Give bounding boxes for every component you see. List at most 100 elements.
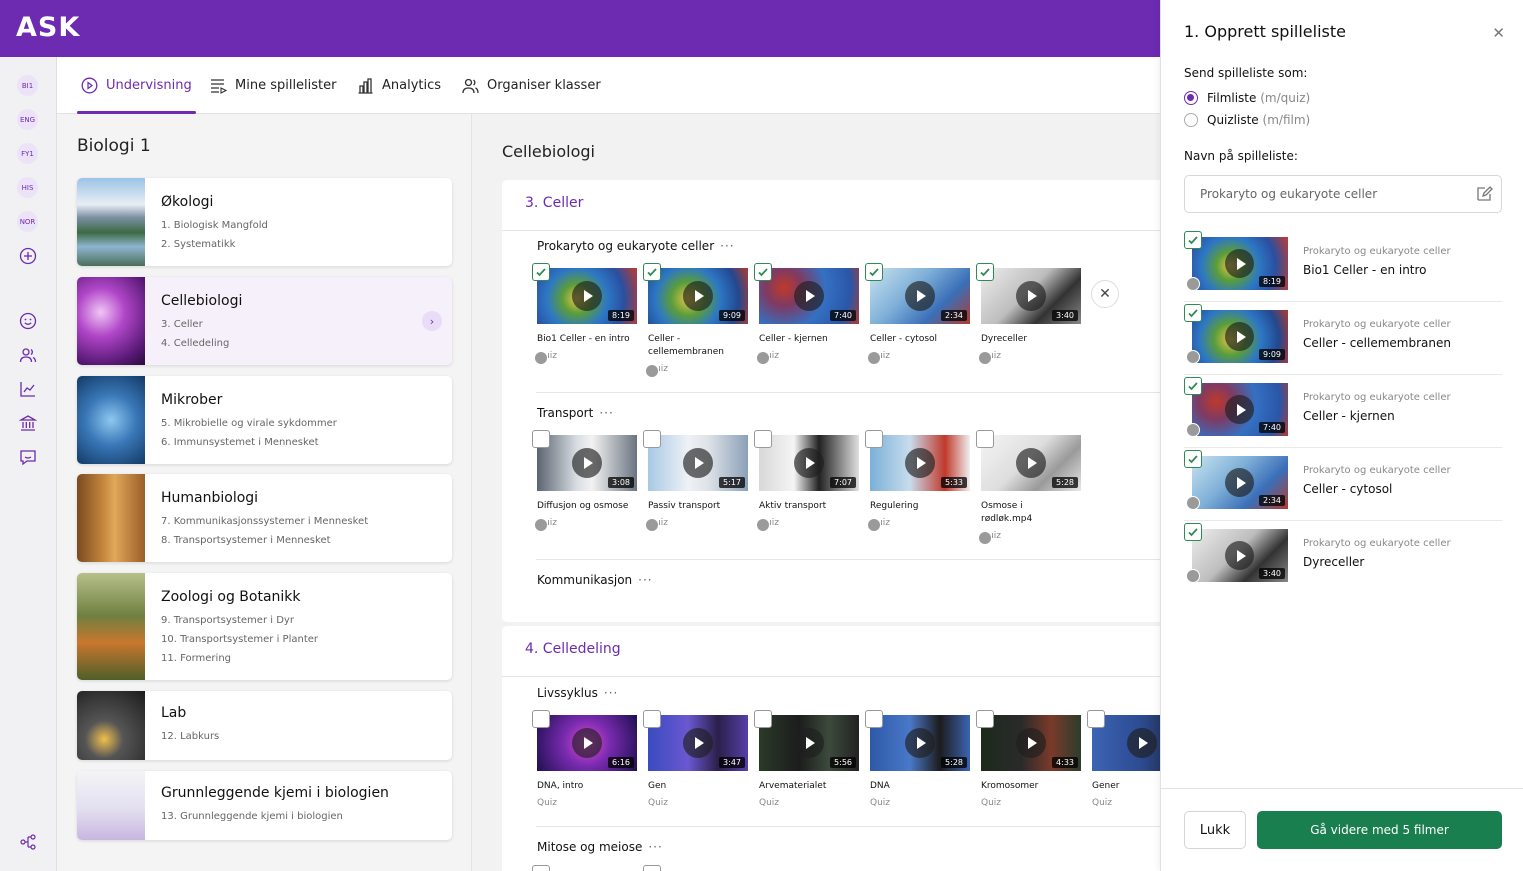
play-icon[interactable]	[1127, 728, 1157, 758]
video-checkbox[interactable]	[643, 865, 661, 871]
video-thumbnail[interactable]: 5:28	[981, 435, 1081, 491]
play-icon[interactable]	[683, 281, 713, 311]
radio-filmliste[interactable]: Filmliste (m/quiz)	[1184, 91, 1310, 105]
users-icon[interactable]	[17, 344, 39, 366]
video-checkbox[interactable]	[1184, 450, 1202, 468]
video-checkbox[interactable]	[532, 865, 550, 871]
playlist-item[interactable]: 9:09 Prokaryto og eukaryote celler Celle…	[1184, 302, 1502, 375]
video-thumbnail[interactable]: 5:17	[648, 435, 748, 491]
play-icon[interactable]	[794, 728, 824, 758]
video-thumbnail[interactable]: 5:28	[870, 715, 970, 771]
video-thumbnail[interactable]: 8:19	[1192, 237, 1288, 290]
play-icon[interactable]	[794, 448, 824, 478]
play-icon[interactable]	[905, 281, 935, 311]
video-thumbnail[interactable]: 5:56	[759, 715, 859, 771]
video-card[interactable]: 5:28 Osmose i rødløk.mp4 Quiz	[976, 430, 1081, 545]
radio-button[interactable]	[1184, 113, 1198, 127]
video-checkbox[interactable]	[1087, 710, 1105, 728]
video-card[interactable]: 3:40 Dyreceller Quiz	[976, 263, 1081, 365]
institution-icon[interactable]	[17, 412, 39, 434]
video-thumbnail[interactable]: 6:16	[537, 715, 637, 771]
add-icon[interactable]	[17, 245, 39, 267]
topic-card-okologi[interactable]: Økologi 1. Biologisk Mangfold 2. Systema…	[77, 178, 452, 266]
play-icon[interactable]	[1016, 448, 1046, 478]
video-thumbnail[interactable]: 3:40	[981, 268, 1081, 324]
play-icon[interactable]	[1225, 541, 1254, 570]
video-card[interactable]: 3:47 Gen Quiz	[643, 710, 748, 808]
video-card[interactable]: 9:09 Celler - cellemembranen Quiz	[643, 263, 748, 378]
topic-card-lab[interactable]: Lab 12. Labkurs	[77, 691, 452, 760]
continue-button[interactable]: Gå videre med 5 filmer	[1257, 811, 1502, 849]
play-icon[interactable]	[1016, 281, 1046, 311]
tab-mine-spillelister[interactable]: Mine spillelister	[210, 57, 337, 114]
video-checkbox[interactable]	[976, 710, 994, 728]
video-card[interactable]: 3:08 Diffusjon og osmose Quiz	[532, 430, 637, 532]
play-icon[interactable]	[572, 281, 602, 311]
video-checkbox[interactable]	[865, 430, 883, 448]
play-icon[interactable]	[683, 728, 713, 758]
radio-quizliste[interactable]: Quizliste (m/film)	[1184, 113, 1310, 127]
play-icon[interactable]	[905, 448, 935, 478]
playlist-item[interactable]: 3:40 Prokaryto og eukaryote celler Dyrec…	[1184, 521, 1502, 594]
video-thumbnail[interactable]: 7:40	[759, 268, 859, 324]
video-card[interactable]: 5:33 Regulering Quiz	[865, 430, 970, 532]
video-card[interactable]: 5:56 Arvematerialet Quiz	[754, 710, 859, 808]
chevron-right-icon[interactable]: ›	[422, 311, 442, 331]
video-checkbox[interactable]	[976, 263, 994, 281]
video-thumbnail[interactable]: 5:33	[870, 435, 970, 491]
ask-logo[interactable]: ASK	[16, 12, 80, 43]
play-icon[interactable]	[572, 728, 602, 758]
play-icon[interactable]	[1225, 468, 1254, 497]
video-thumbnail[interactable]: 3:08	[537, 435, 637, 491]
edit-icon[interactable]	[1475, 185, 1493, 203]
video-checkbox[interactable]	[976, 430, 994, 448]
video-card[interactable]: 5:17 Passiv transport Quiz	[643, 430, 748, 532]
more-options-icon[interactable]: ···	[648, 840, 662, 854]
section-title[interactable]: 4. Celledeling	[525, 641, 621, 657]
more-options-icon[interactable]: ···	[720, 239, 734, 253]
playlist-item[interactable]: 7:40 Prokaryto og eukaryote celler Celle…	[1184, 375, 1502, 448]
video-card[interactable]: 5:28 DNA Quiz	[865, 710, 970, 808]
video-checkbox[interactable]	[754, 710, 772, 728]
close-button[interactable]: Lukk	[1184, 811, 1246, 849]
chat-icon[interactable]	[17, 446, 39, 468]
rail-badge-eng[interactable]: ENG	[17, 109, 38, 130]
topic-card-grunnleggende-kjemi[interactable]: Grunnleggende kjemi i biologien 13. Grun…	[77, 771, 452, 840]
play-icon[interactable]	[794, 281, 824, 311]
video-checkbox[interactable]	[1184, 377, 1202, 395]
video-checkbox[interactable]	[1184, 304, 1202, 322]
play-icon[interactable]	[905, 728, 935, 758]
playlist-item[interactable]: 8:19 Prokaryto og eukaryote celler Bio1 …	[1184, 229, 1502, 302]
video-thumbnail[interactable]: 2:34	[1192, 456, 1288, 509]
video-thumbnail[interactable]: 7:07	[759, 435, 859, 491]
topic-card-zoologi-og-botanikk[interactable]: Zoologi og Botanikk 9. Transportsystemer…	[77, 573, 452, 680]
video-thumbnail[interactable]: 7:40	[1192, 383, 1288, 436]
video-thumbnail[interactable]: 2:34	[870, 268, 970, 324]
video-checkbox[interactable]	[643, 430, 661, 448]
more-options-icon[interactable]: ···	[638, 573, 652, 587]
play-icon[interactable]	[1225, 395, 1254, 424]
sitemap-icon[interactable]	[17, 831, 39, 853]
topic-card-humanbiologi[interactable]: Humanbiologi 7. Kommunikasjonssystemer i…	[77, 474, 452, 562]
video-card[interactable]: 7:07 Aktiv transport Quiz	[754, 430, 859, 532]
video-card[interactable]: 4:33 Kromosomer Quiz	[976, 710, 1081, 808]
playlist-item[interactable]: 2:34 Prokaryto og eukaryote celler Celle…	[1184, 448, 1502, 521]
video-checkbox[interactable]	[865, 710, 883, 728]
video-checkbox[interactable]	[865, 263, 883, 281]
video-thumbnail[interactable]: 3:40	[1192, 529, 1288, 582]
topic-card-mikrober[interactable]: Mikrober 5. Mikrobielle og virale sykdom…	[77, 376, 452, 464]
close-icon[interactable]: ✕	[1492, 24, 1505, 42]
video-card[interactable]: 6:16 DNA, intro Quiz	[532, 710, 637, 808]
play-icon[interactable]	[1225, 249, 1254, 278]
video-checkbox[interactable]	[754, 263, 772, 281]
playlist-name-input[interactable]	[1184, 175, 1502, 213]
play-icon[interactable]	[1016, 728, 1046, 758]
video-thumbnail[interactable]: 4:33	[981, 715, 1081, 771]
rail-badge-his[interactable]: HIS	[17, 177, 38, 198]
radio-button[interactable]	[1184, 91, 1198, 105]
video-checkbox[interactable]	[1184, 523, 1202, 541]
video-checkbox[interactable]	[532, 430, 550, 448]
video-checkbox[interactable]	[754, 430, 772, 448]
more-options-icon[interactable]: ···	[604, 686, 618, 700]
video-thumbnail[interactable]: 8:19	[537, 268, 637, 324]
